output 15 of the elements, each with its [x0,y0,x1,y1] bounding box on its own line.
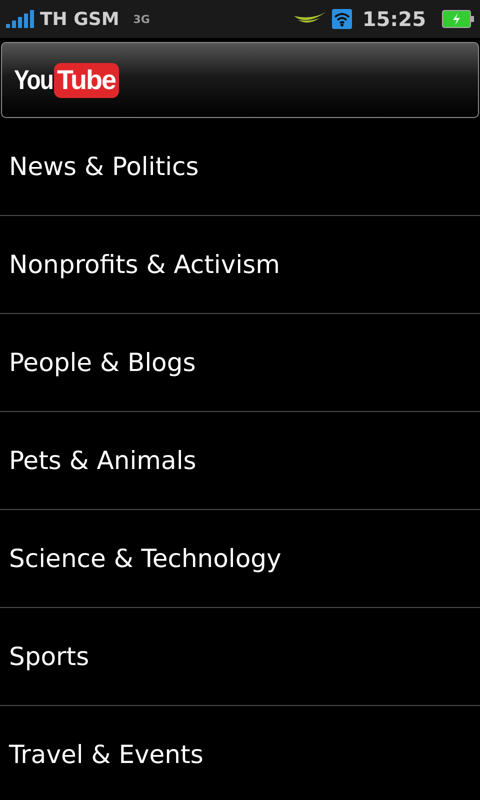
signal-icon [6,10,34,28]
carrier-name: TH GSM [40,8,120,30]
category-item[interactable]: People & Blogs [0,314,480,412]
category-item[interactable]: Nonprofits & Activism [0,216,480,314]
category-item[interactable]: News & Politics [0,118,480,216]
clock-time: 15:25 [362,7,426,31]
battery-icon [442,10,474,28]
category-item[interactable]: Pets & Animals [0,412,480,510]
wifi-icon [332,9,352,29]
logo-text: You [14,64,54,96]
category-item[interactable]: Science & Technology [0,510,480,608]
network-type: 3G [133,14,150,24]
category-item[interactable]: Travel & Events [0,706,480,800]
category-item[interactable]: Sports [0,608,480,706]
logo-badge: Tube [54,62,118,98]
